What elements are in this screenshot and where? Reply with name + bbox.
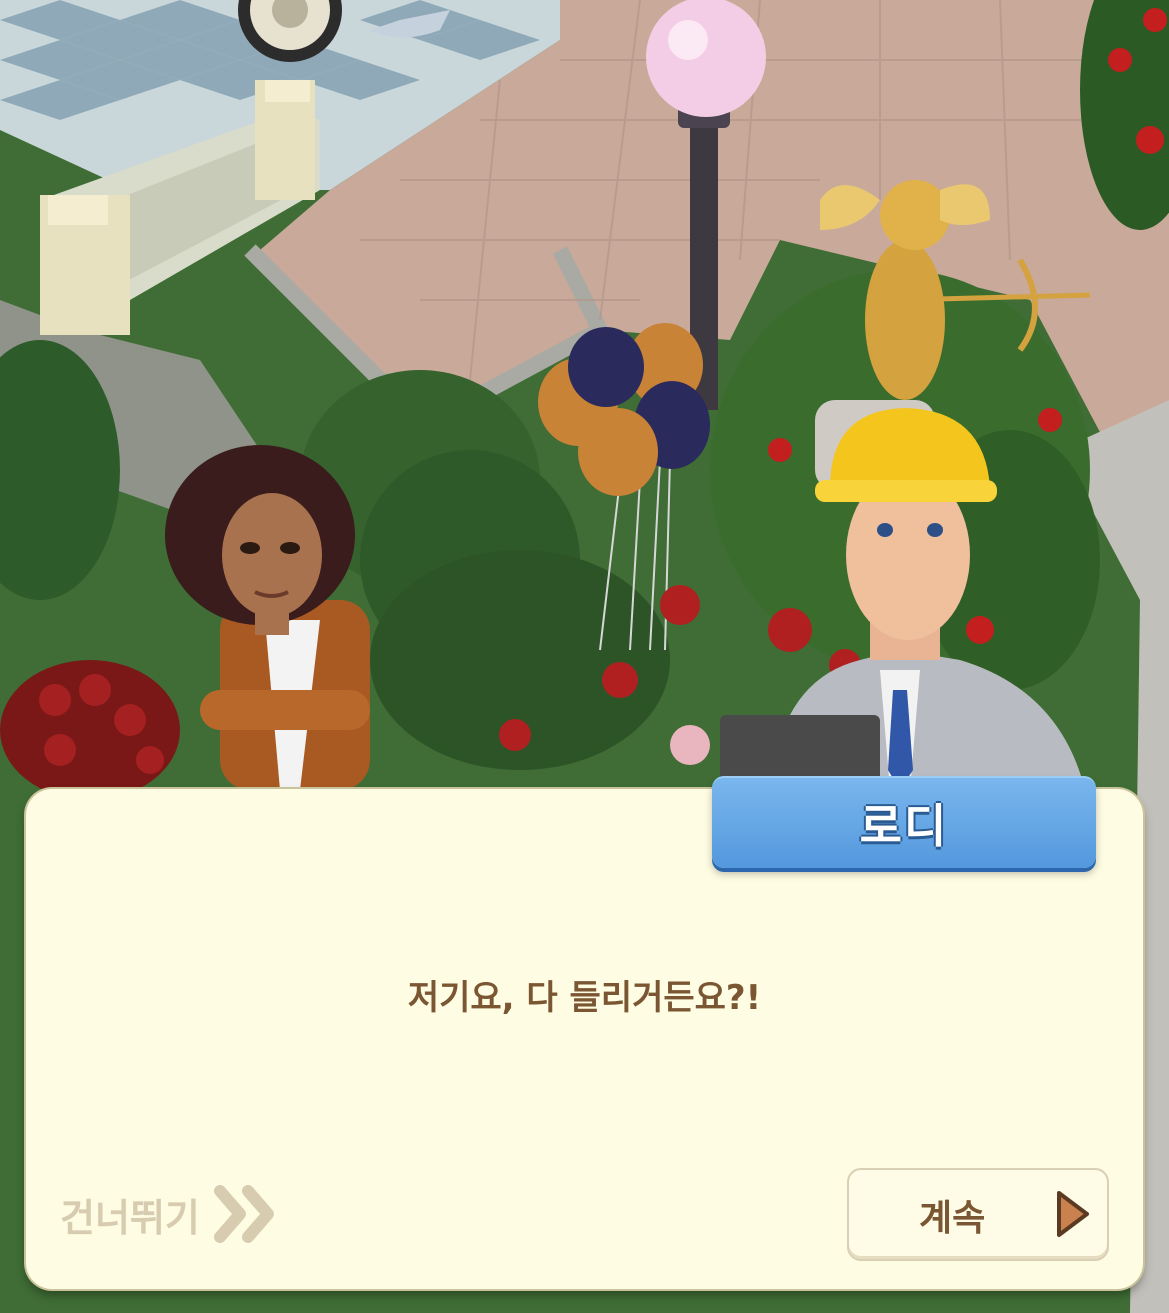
dialog-message: 저기요, 다 들리거든요?! [407, 978, 762, 1018]
skip-button[interactable]: 건너뛰기 [60, 1185, 278, 1243]
play-arrow-icon [1057, 1191, 1089, 1237]
continue-label: 계속 [919, 1197, 986, 1239]
speaker-name: 로디 [859, 799, 949, 853]
continue-button[interactable]: 계속 [847, 1168, 1109, 1261]
skip-label: 건너뛰기 [60, 1195, 200, 1240]
double-chevron-right-icon [213, 1185, 274, 1243]
speaker-name-tag: 로디 [712, 776, 1096, 868]
